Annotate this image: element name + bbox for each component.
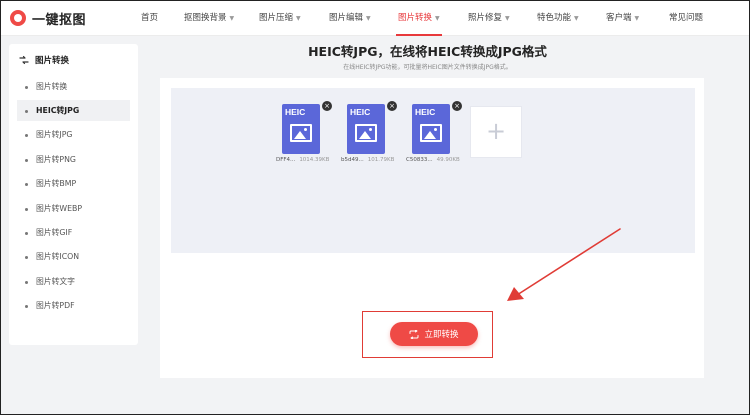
file-size: 1014.39KB — [299, 157, 330, 163]
chevron-down-icon: ▼ — [634, 15, 640, 22]
sidebar-item-to-text[interactable]: 图片转文字 — [17, 271, 130, 292]
file-name: DFF4... — [276, 157, 296, 163]
nav-item-faq[interactable]: 常见问题 — [669, 0, 703, 36]
top-navigation-bar: 一键抠图 首页 抠图换背景 ▼ 图片压缩 ▼ 图片编辑 ▼ 图片转换 ▼ 照片修复 ▼ 特… — [0, 0, 750, 36]
file-meta: C50833... 49.90KB — [406, 157, 476, 163]
chevron-down-icon: ▼ — [229, 15, 235, 22]
heic-file-icon: HEIC — [412, 104, 450, 154]
sidebar-item-to-bmp[interactable]: 图片转BMP — [17, 173, 130, 194]
refresh-icon — [409, 329, 419, 339]
sidebar-item-to-jpg[interactable]: 图片转JPG — [17, 124, 130, 145]
sidebar-title: 图片转换 — [19, 54, 69, 66]
heic-file-icon: HEIC — [282, 104, 320, 154]
bullet-dot — [25, 182, 28, 186]
file-size: 49.90KB — [436, 157, 460, 163]
logo-icon — [10, 10, 26, 26]
file-size: 101.79KB — [367, 157, 395, 163]
bullet-dot — [25, 109, 28, 113]
image-icon — [290, 124, 312, 142]
nav-item-edit[interactable]: 图片编辑 ▼ — [329, 0, 371, 36]
file-meta: DFF4... 1014.39KB — [276, 157, 346, 163]
file-name: b5d49... — [341, 157, 364, 163]
sidebar-item-to-icon[interactable]: 图片转ICON — [17, 246, 130, 267]
chevron-down-icon: ▼ — [435, 15, 440, 22]
bullet-dot — [25, 133, 28, 137]
sidebar-item-to-webp[interactable]: 图片转WEBP — [17, 198, 130, 219]
bullet-dot — [25, 85, 28, 89]
bullet-dot — [25, 158, 28, 162]
chevron-down-icon: ▼ — [366, 15, 371, 22]
file-name: C50833... — [406, 157, 433, 163]
sidebar-item-heic-to-jpg[interactable]: HEIC转JPG — [17, 100, 130, 121]
file-card: HEIC × DFF4... 1014.39KB — [276, 101, 332, 166]
file-meta: b5d49... 101.79KB — [341, 157, 411, 163]
sidebar-convert-icon — [19, 55, 29, 65]
add-file-button[interactable]: + — [470, 106, 522, 158]
sidebar-item-to-gif[interactable]: 图片转GIF — [17, 222, 130, 243]
image-icon — [420, 124, 442, 142]
bullet-dot — [25, 255, 28, 259]
plus-icon: + — [485, 117, 507, 145]
bullet-dot — [25, 280, 28, 284]
brand-name: 一键抠图 — [32, 12, 87, 28]
nav-item-compress[interactable]: 图片压缩 ▼ — [259, 0, 301, 36]
chevron-down-icon: ▼ — [505, 15, 510, 22]
heic-file-icon: HEIC — [347, 104, 385, 154]
page-title: HEIC转JPG，在线将HEIC转换成JPG格式 — [308, 44, 547, 59]
chevron-down-icon: ▼ — [574, 15, 579, 22]
chevron-down-icon: ▼ — [296, 15, 301, 22]
bullet-dot — [25, 207, 28, 211]
sidebar-item-image-convert[interactable]: 图片转换 — [17, 76, 130, 97]
bullet-dot — [25, 231, 28, 235]
close-icon[interactable]: × — [322, 101, 332, 111]
sidebar: 图片转换 图片转换 HEIC转JPG 图片转JPG 图片转PNG 图片转BMP … — [9, 44, 138, 345]
brand-logo[interactable]: 一键抠图 — [10, 9, 87, 28]
nav-item-cutout[interactable]: 抠图换背景 ▼ — [184, 0, 234, 36]
file-type-tag: HEIC — [415, 107, 436, 117]
file-type-tag: HEIC — [350, 107, 371, 117]
image-icon — [355, 124, 377, 142]
sidebar-item-to-png[interactable]: 图片转PNG — [17, 149, 130, 170]
sidebar-item-to-pdf[interactable]: 图片转PDF — [17, 295, 130, 316]
nav-item-client[interactable]: 客户端 ▼ — [606, 0, 639, 36]
nav-item-repair[interactable]: 照片修复 ▼ — [468, 0, 510, 36]
file-type-tag: HEIC — [285, 107, 306, 117]
file-card: HEIC × C50833... 49.90KB — [406, 101, 462, 166]
nav-item-convert[interactable]: 图片转换 ▼ — [396, 0, 442, 36]
page-subtitle: 在线HEIC转JPG功能，可批量将HEIC图片文件转换成JPG格式。 — [343, 64, 512, 71]
close-icon[interactable]: × — [452, 101, 462, 111]
convert-now-button[interactable]: 立即转换 — [390, 322, 478, 346]
nav-item-features[interactable]: 特色功能 ▼ — [537, 0, 579, 36]
bullet-dot — [25, 304, 28, 308]
nav-item-home[interactable]: 首页 — [141, 0, 158, 36]
file-card: HEIC × b5d49... 101.79KB — [341, 101, 397, 166]
close-icon[interactable]: × — [387, 101, 397, 111]
